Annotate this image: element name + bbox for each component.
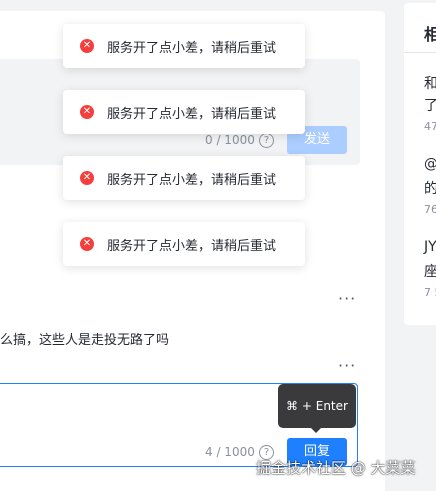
related-articles-card: 相 和 了 47 @ 的 76 JY 座 7 5 (404, 3, 436, 325)
reply-char-counter: 4 / 1000 (205, 445, 255, 459)
toast-message: 服务开了点小差，请稍后重试 (107, 40, 277, 56)
divider (404, 52, 436, 53)
related-item-title[interactable]: 的 (424, 178, 436, 198)
toast-message: 服务开了点小差，请稍后重试 (107, 172, 277, 188)
close-circle-icon: ✕ (80, 39, 94, 53)
close-circle-icon: ✕ (80, 237, 94, 251)
related-item-title[interactable]: 了 (424, 95, 436, 115)
close-circle-icon: ✕ (80, 171, 94, 185)
toast-message: 服务开了点小差，请稍后重试 (107, 106, 277, 122)
toast-message: 服务开了点小差，请稍后重试 (107, 238, 277, 254)
comment-char-counter: 0 / 1000 (205, 133, 255, 147)
related-item-title[interactable]: 座 (424, 261, 436, 281)
related-item-title[interactable]: JY (424, 239, 436, 255)
related-item-meta: 7 5 (424, 286, 436, 299)
related-item-meta: 47 (424, 120, 436, 133)
close-circle-icon: ✕ (80, 105, 94, 119)
tooltip-arrow (310, 427, 322, 433)
more-icon[interactable]: ··· (338, 291, 356, 307)
error-toast: ✕ 服务开了点小差，请稍后重试 (63, 90, 305, 134)
error-toast: ✕ 服务开了点小差，请稍后重试 (63, 156, 305, 200)
help-icon[interactable]: ? (259, 133, 274, 148)
more-icon[interactable]: ··· (338, 358, 356, 374)
comment-text: 么搞，这些人是走投无路了吗 (0, 333, 170, 348)
related-item-title[interactable]: 和 (424, 73, 436, 93)
related-title: 相 (424, 25, 436, 44)
error-toast: ✕ 服务开了点小差，请稍后重试 (63, 222, 305, 266)
related-item-title[interactable]: @ (424, 156, 436, 172)
error-toast: ✕ 服务开了点小差，请稍后重试 (63, 24, 305, 68)
related-item-meta: 76 (424, 203, 436, 216)
watermark: 掘金技术社区 @ 大菜菜 (256, 459, 416, 477)
shortcut-tooltip: ⌘ + Enter (278, 384, 356, 428)
